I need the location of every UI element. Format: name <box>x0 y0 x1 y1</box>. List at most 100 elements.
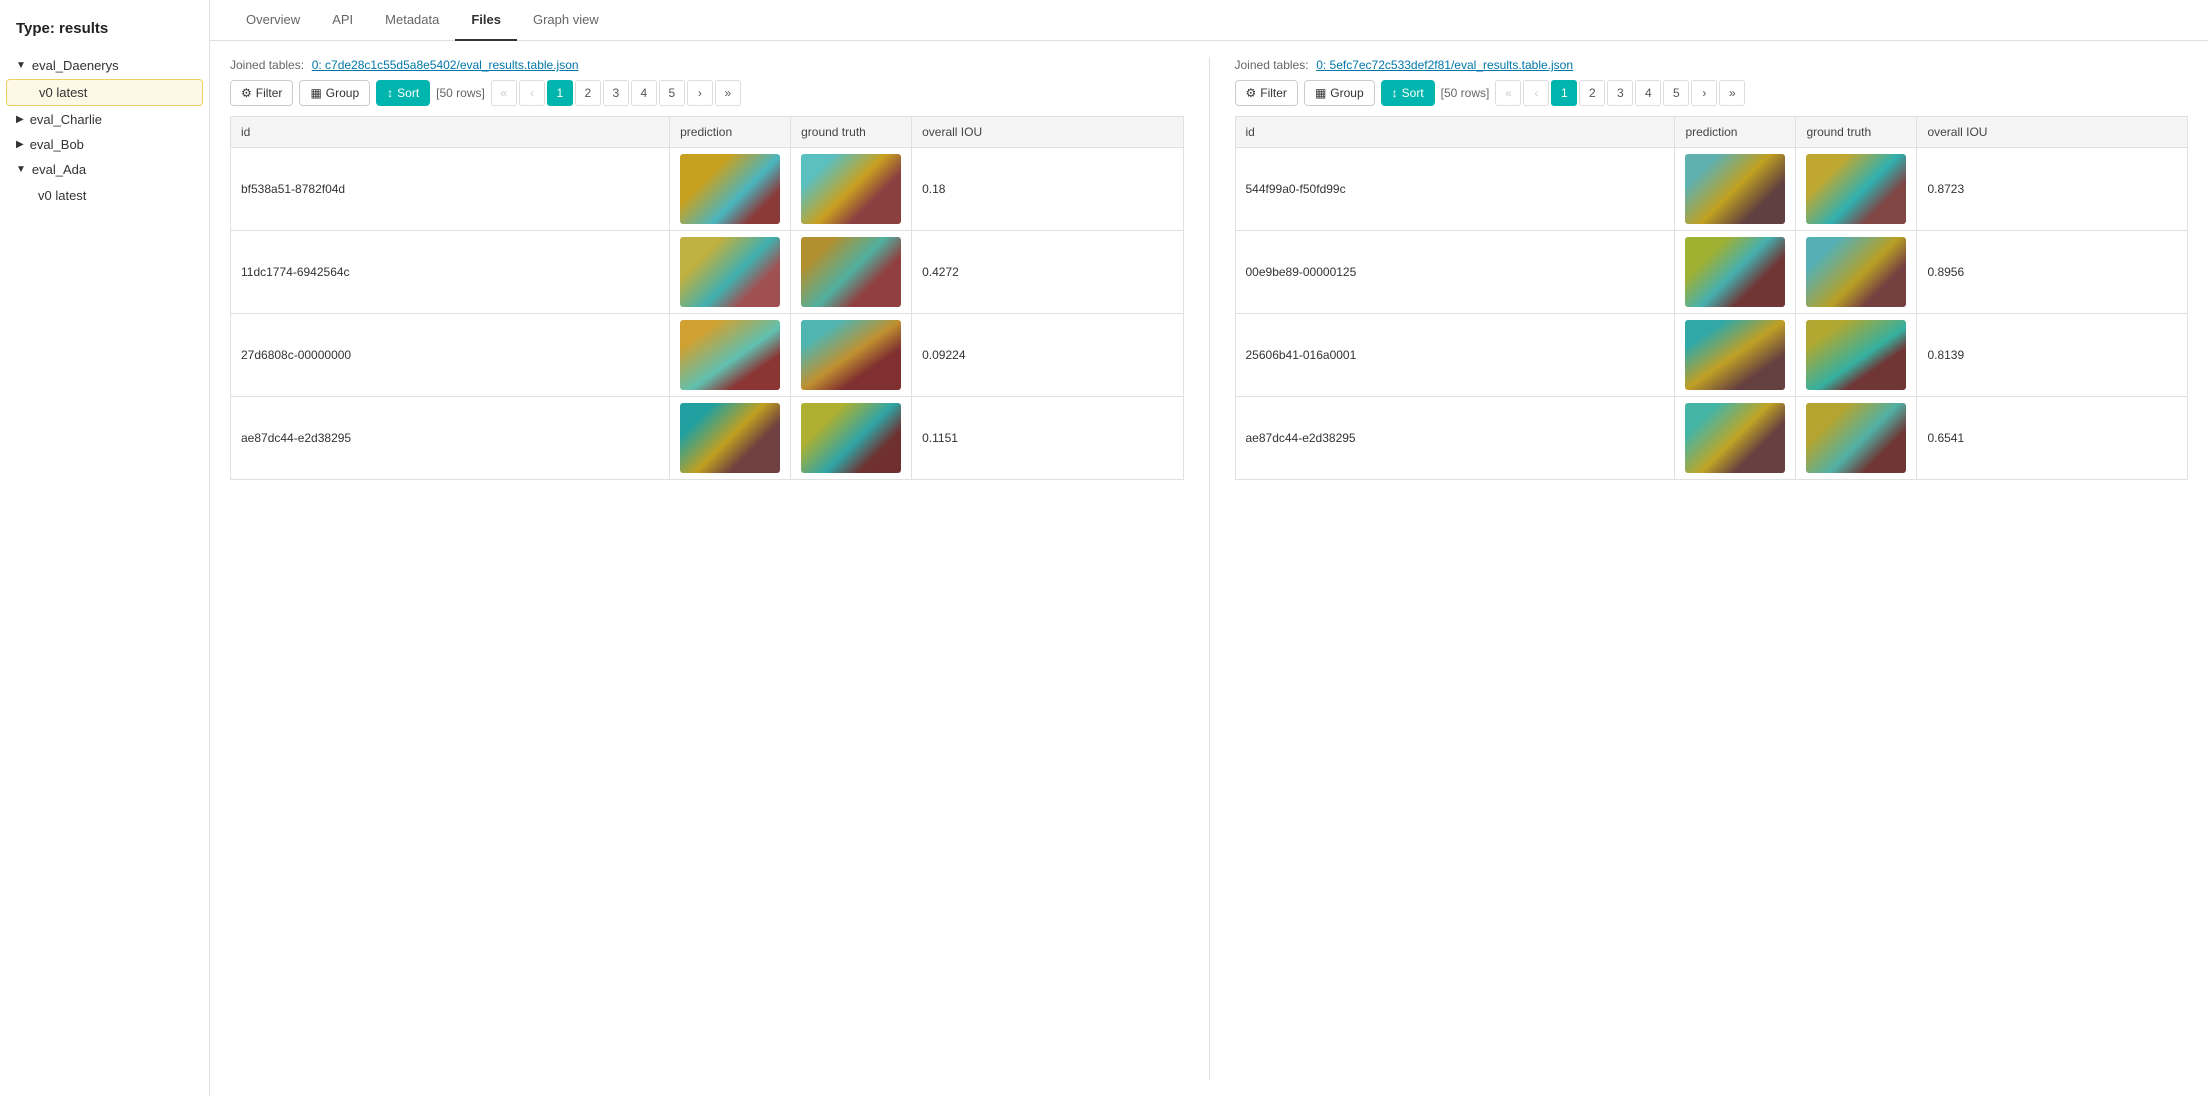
right-sort-button[interactable]: ↕ Sort <box>1381 80 1435 106</box>
left-row2-truth <box>791 231 912 314</box>
left-row4-truth <box>791 397 912 480</box>
table-row: 544f99a0-f50fd99c 0.8723 <box>1235 148 2188 231</box>
left-row3-truth <box>791 314 912 397</box>
right-row2-pred <box>1675 231 1796 314</box>
left-table: id prediction ground truth overall IOU b… <box>230 116 1184 480</box>
right-row3-iou: 0.8139 <box>1917 314 2188 397</box>
tab-graph-view[interactable]: Graph view <box>517 0 615 41</box>
right-group-button[interactable]: ▦ Group <box>1304 80 1375 106</box>
sort-icon-right: ↕ <box>1392 86 1398 100</box>
right-col-iou: overall IOU <box>1917 117 2188 148</box>
sidebar-group-label-ada: eval_Ada <box>32 162 86 177</box>
left-row4-id: ae87dc44-e2d38295 <box>231 397 670 480</box>
left-page-next[interactable]: › <box>687 80 713 106</box>
left-joined-link[interactable]: 0: c7de28c1c55d5a8e5402/eval_results.tab… <box>312 58 579 72</box>
right-row2-truth <box>1796 231 1917 314</box>
right-rows-info: [50 rows] <box>1441 86 1490 100</box>
sidebar-group-eval-daenerys[interactable]: ▼ eval_Daenerys <box>0 53 209 78</box>
panel-divider <box>1209 57 1210 1080</box>
left-page-prev[interactable]: ‹ <box>519 80 545 106</box>
table-row: 00e9be89-00000125 0.8956 <box>1235 231 2188 314</box>
right-row4-iou: 0.6541 <box>1917 397 2188 480</box>
right-page-1[interactable]: 1 <box>1551 80 1577 106</box>
sidebar-group-label-charlie: eval_Charlie <box>30 112 102 127</box>
right-joined-link[interactable]: 0: 5efc7ec72c533def2f81/eval_results.tab… <box>1316 58 1573 72</box>
right-row4-id: ae87dc44-e2d38295 <box>1235 397 1675 480</box>
right-page-first[interactable]: « <box>1495 80 1521 106</box>
expand-arrow-icon-charlie: ▶ <box>16 114 24 125</box>
main-content: Overview API Metadata Files Graph view J… <box>210 0 2208 1096</box>
right-toolbar: ⚙ Filter ▦ Group ↕ Sort [50 rows] « ‹ 1 … <box>1235 80 2189 106</box>
tab-files[interactable]: Files <box>455 0 517 41</box>
left-page-1[interactable]: 1 <box>547 80 573 106</box>
tab-metadata[interactable]: Metadata <box>369 0 455 41</box>
left-page-last[interactable]: » <box>715 80 741 106</box>
left-row3-id: 27d6808c-00000000 <box>231 314 670 397</box>
right-col-prediction: prediction <box>1675 117 1796 148</box>
sidebar-group-label: eval_Daenerys <box>32 58 119 73</box>
right-row2-iou: 0.8956 <box>1917 231 2188 314</box>
left-row1-truth <box>791 148 912 231</box>
left-page-5[interactable]: 5 <box>659 80 685 106</box>
right-pagination: « ‹ 1 2 3 4 5 › » <box>1495 80 1745 106</box>
right-row1-truth <box>1796 148 1917 231</box>
left-row2-iou: 0.4272 <box>912 231 1183 314</box>
filter-icon: ⚙ <box>241 86 252 100</box>
sidebar-item-v0-latest-ada[interactable]: v0 latest <box>6 183 203 208</box>
right-row3-truth <box>1796 314 1917 397</box>
left-group-button[interactable]: ▦ Group <box>299 80 370 106</box>
right-row3-pred <box>1675 314 1796 397</box>
left-row3-iou: 0.09224 <box>912 314 1183 397</box>
left-row3-pred <box>670 314 791 397</box>
right-page-4[interactable]: 4 <box>1635 80 1661 106</box>
right-col-ground-truth: ground truth <box>1796 117 1917 148</box>
sidebar-group-label-bob: eval_Bob <box>30 137 84 152</box>
sidebar-group-eval-charlie[interactable]: ▶ eval_Charlie <box>0 107 209 132</box>
sidebar-item-v0-latest-daenerys[interactable]: v0 latest <box>6 79 203 106</box>
right-row2-id: 00e9be89-00000125 <box>1235 231 1675 314</box>
left-col-id: id <box>231 117 670 148</box>
right-row1-id: 544f99a0-f50fd99c <box>1235 148 1675 231</box>
table-row: ae87dc44-e2d38295 0.1151 <box>231 397 1184 480</box>
tab-api[interactable]: API <box>316 0 369 41</box>
left-page-4[interactable]: 4 <box>631 80 657 106</box>
left-col-prediction: prediction <box>670 117 791 148</box>
left-row1-iou: 0.18 <box>912 148 1183 231</box>
right-page-2[interactable]: 2 <box>1579 80 1605 106</box>
group-icon: ▦ <box>310 86 321 100</box>
right-page-prev[interactable]: ‹ <box>1523 80 1549 106</box>
expand-arrow-icon-ada: ▼ <box>16 164 26 175</box>
expand-arrow-icon: ▼ <box>16 60 26 71</box>
left-page-3[interactable]: 3 <box>603 80 629 106</box>
left-row4-iou: 0.1151 <box>912 397 1183 480</box>
sidebar-group-eval-ada[interactable]: ▼ eval_Ada <box>0 157 209 182</box>
left-row2-id: 11dc1774-6942564c <box>231 231 670 314</box>
sort-icon: ↕ <box>387 86 393 100</box>
filter-icon-right: ⚙ <box>1246 86 1257 100</box>
right-panel: Joined tables: 0: 5efc7ec72c533def2f81/e… <box>1235 57 2189 1080</box>
left-col-ground-truth: ground truth <box>791 117 912 148</box>
right-row3-id: 25606b41-016a0001 <box>1235 314 1675 397</box>
sidebar-group-eval-bob[interactable]: ▶ eval_Bob <box>0 132 209 157</box>
left-filter-button[interactable]: ⚙ Filter <box>230 80 293 106</box>
tab-overview[interactable]: Overview <box>230 0 316 41</box>
right-page-next[interactable]: › <box>1691 80 1717 106</box>
right-page-3[interactable]: 3 <box>1607 80 1633 106</box>
right-page-5[interactable]: 5 <box>1663 80 1689 106</box>
right-row1-iou: 0.8723 <box>1917 148 2188 231</box>
right-page-last[interactable]: » <box>1719 80 1745 106</box>
left-page-first[interactable]: « <box>491 80 517 106</box>
right-col-id: id <box>1235 117 1675 148</box>
left-row4-pred <box>670 397 791 480</box>
left-row1-id: bf538a51-8782f04d <box>231 148 670 231</box>
left-page-2[interactable]: 2 <box>575 80 601 106</box>
right-row4-truth <box>1796 397 1917 480</box>
left-col-iou: overall IOU <box>912 117 1183 148</box>
right-row1-pred <box>1675 148 1796 231</box>
sidebar: Type: results ▼ eval_Daenerys v0 latest … <box>0 0 210 1096</box>
right-filter-button[interactable]: ⚙ Filter <box>1235 80 1298 106</box>
content-area: Joined tables: 0: c7de28c1c55d5a8e5402/e… <box>210 41 2208 1096</box>
left-row2-pred <box>670 231 791 314</box>
right-table: id prediction ground truth overall IOU 5… <box>1235 116 2189 480</box>
left-sort-button[interactable]: ↕ Sort <box>376 80 430 106</box>
